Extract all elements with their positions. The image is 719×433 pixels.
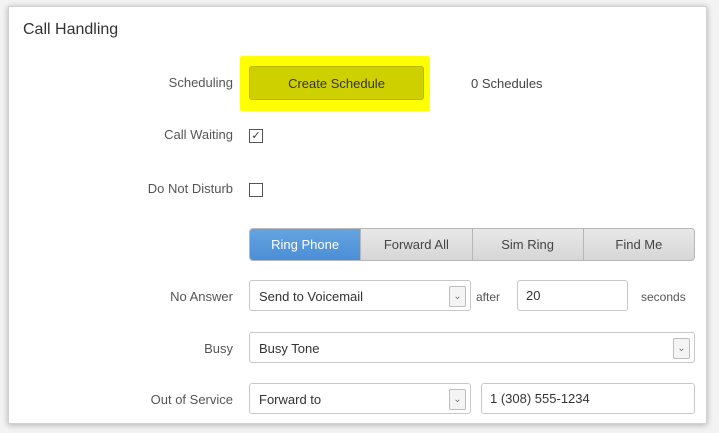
do-not-disturb-checkbox[interactable] (249, 183, 263, 197)
out-of-service-label: Out of Service (150, 392, 233, 407)
scheduling-label: Scheduling (168, 75, 233, 90)
out-of-service-select[interactable]: Forward to ⌄ (249, 383, 471, 414)
busy-select[interactable]: Busy Tone ⌄ (249, 332, 695, 363)
busy-label: Busy (204, 341, 233, 356)
no-answer-label: No Answer (170, 289, 233, 304)
after-label: after (476, 290, 501, 304)
chevron-down-icon: ⌄ (449, 389, 466, 410)
out-of-service-value: Forward to (259, 392, 322, 407)
tab-find-me[interactable]: Find Me (583, 229, 694, 260)
section-title: Call Handling (23, 21, 119, 38)
call-waiting-label: Call Waiting (164, 127, 233, 142)
schedules-count: 0 Schedules (471, 76, 543, 91)
tab-forward-all[interactable]: Forward All (361, 229, 473, 260)
forward-number-input[interactable]: 1 (308) 555-1234 (481, 383, 695, 414)
tab-sim-ring[interactable]: Sim Ring (472, 229, 584, 260)
chevron-down-icon: ⌄ (673, 338, 690, 359)
chevron-down-icon: ⌄ (449, 286, 466, 307)
call-handling-panel: Call Handling Scheduling Create Schedule… (8, 6, 707, 424)
call-mode-tabs: Ring Phone Forward All Sim Ring Find Me (249, 228, 695, 261)
seconds-label: seconds (641, 290, 686, 304)
call-waiting-checkbox[interactable]: ✓ (249, 129, 263, 143)
no-answer-seconds-input[interactable]: 20 (517, 280, 628, 311)
do-not-disturb-label: Do Not Disturb (147, 181, 233, 196)
busy-value: Busy Tone (259, 341, 320, 356)
tab-ring-phone[interactable]: Ring Phone (250, 229, 362, 260)
no-answer-value: Send to Voicemail (259, 289, 364, 304)
create-schedule-button[interactable]: Create Schedule (249, 66, 424, 100)
no-answer-select[interactable]: Send to Voicemail ⌄ (249, 280, 471, 311)
